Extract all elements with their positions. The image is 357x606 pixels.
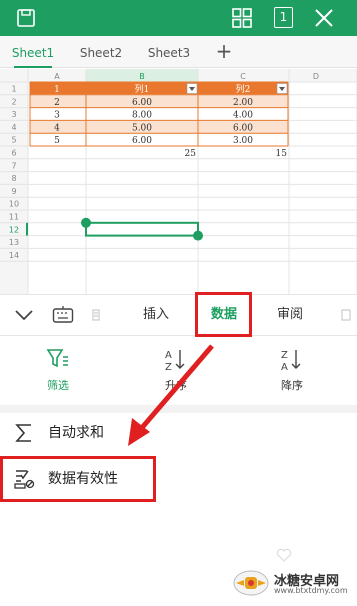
- table-cell-a: 3: [54, 111, 60, 121]
- table-cell-a: 5: [54, 136, 60, 146]
- table-header-cell-b: 列1: [135, 83, 150, 95]
- row-number-12: 12: [9, 225, 19, 234]
- row-number-5: 5: [11, 136, 16, 145]
- cell-selection-box: [85, 221, 199, 237]
- grid-icon[interactable]: [230, 6, 254, 30]
- row-number-7: 7: [11, 161, 16, 170]
- sort-descending-label: 降序: [281, 379, 303, 392]
- column-letter-a: A: [54, 72, 60, 81]
- row-number-6: 6: [11, 149, 16, 158]
- row-number-8: 8: [11, 174, 16, 183]
- menu-item-autosum[interactable]: 自动求和: [0, 411, 357, 455]
- selection-handle-start: [81, 217, 91, 228]
- column-letter-b: B: [139, 72, 145, 81]
- row-number-3: 3: [11, 110, 16, 119]
- save-icon[interactable]: [14, 6, 38, 30]
- table-header-cell-a: 1: [54, 85, 60, 95]
- sum-cell-c: 15: [276, 149, 288, 159]
- svg-text:A: A: [165, 350, 172, 361]
- page-count-label: 1: [279, 10, 288, 24]
- faded-tab-icon: [92, 309, 100, 321]
- faded-tab-icon-right: [341, 309, 351, 321]
- add-sheet-button[interactable]: +: [212, 40, 236, 64]
- table-cell-a: 4: [54, 123, 60, 133]
- watermark-emblem-icon: [233, 570, 269, 596]
- row-number-9: 9: [11, 187, 16, 196]
- tab-sheet1[interactable]: Sheet1: [8, 36, 58, 68]
- watermark-logo: 冰糖安卓网 www.btxtdmy.com: [226, 567, 357, 599]
- table-cell-c: 6.00: [233, 123, 253, 133]
- svg-text:Z: Z: [165, 362, 172, 373]
- ribbon-tab-review[interactable]: 审阅: [272, 295, 308, 335]
- sum-cell-b: 25: [185, 149, 197, 159]
- row-number-1: 1: [11, 85, 16, 94]
- row-number-14: 14: [9, 251, 19, 260]
- table-cell-c: 2.00: [233, 98, 253, 108]
- keyboard-icon[interactable]: [52, 305, 74, 325]
- watermark-url: www.btxtdmy.com: [274, 586, 348, 595]
- column-letter-d: D: [313, 72, 319, 81]
- filter-label: 筛选: [47, 379, 69, 392]
- column-letter-c: C: [240, 72, 246, 81]
- row-number-2: 2: [11, 97, 16, 106]
- close-icon[interactable]: [312, 6, 336, 30]
- highlight-box-data-validation: [0, 456, 156, 502]
- tab-sheet2[interactable]: Sheet2: [74, 36, 128, 68]
- chevron-down-icon[interactable]: [14, 307, 34, 323]
- top-toolbar: 1: [0, 0, 357, 36]
- sort-ascending-icon: A Z: [165, 350, 185, 373]
- table-cell-b: 6.00: [132, 98, 152, 108]
- table-cell-b: 8.00: [132, 111, 152, 121]
- heart-icon: [276, 548, 292, 562]
- table-header-cell-c: 列2: [236, 83, 251, 95]
- ribbon-bar: 插入 数据 审阅: [0, 294, 357, 336]
- page-count-button[interactable]: 1: [274, 7, 293, 28]
- table-cell-b: 5.00: [132, 123, 152, 133]
- filter-button[interactable]: 筛选: [28, 345, 88, 393]
- data-actions-row: 筛选 A Z 升序 Z A 降序: [0, 337, 357, 405]
- svg-text:Z: Z: [281, 350, 288, 361]
- tab-sheet3[interactable]: Sheet3: [142, 36, 196, 68]
- svg-text:A: A: [281, 362, 288, 373]
- sort-descending-button[interactable]: Z A 降序: [262, 345, 322, 393]
- row-number-10: 10: [9, 200, 19, 209]
- row-number-11: 11: [9, 213, 19, 222]
- sort-ascending-button[interactable]: A Z 升序: [146, 345, 206, 393]
- menu-item-autosum-label: 自动求和: [48, 425, 104, 441]
- sort-descending-icon: Z A: [281, 350, 301, 373]
- spreadsheet-grid[interactable]: A B C D 1 2 3 4 5 6 7 8 9 10 11 12 13 14 1 列1 列2 2 6.00 2.00 3 8.…: [0, 69, 357, 294]
- sort-ascending-label: 升序: [165, 379, 187, 392]
- table-cell-c: 4.00: [233, 111, 253, 121]
- row-number-4: 4: [11, 123, 16, 132]
- ribbon-tab-insert[interactable]: 插入: [138, 295, 174, 335]
- table-cell-b: 6.00: [132, 136, 152, 146]
- sigma-icon: [15, 424, 31, 442]
- filter-icon: [46, 349, 68, 368]
- selection-handle-end: [193, 230, 203, 241]
- table-cell-a: 2: [54, 98, 60, 108]
- sheet-tab-bar: Sheet1 Sheet2 Sheet3 +: [0, 36, 357, 68]
- grid-canvas[interactable]: A B C D12345678910111213141 列1 列22 6.00 2.003 8.…: [0, 69, 357, 294]
- row-number-13: 13: [9, 238, 19, 247]
- table-cell-c: 3.00: [233, 136, 253, 146]
- highlight-box-data-tab: [195, 292, 252, 337]
